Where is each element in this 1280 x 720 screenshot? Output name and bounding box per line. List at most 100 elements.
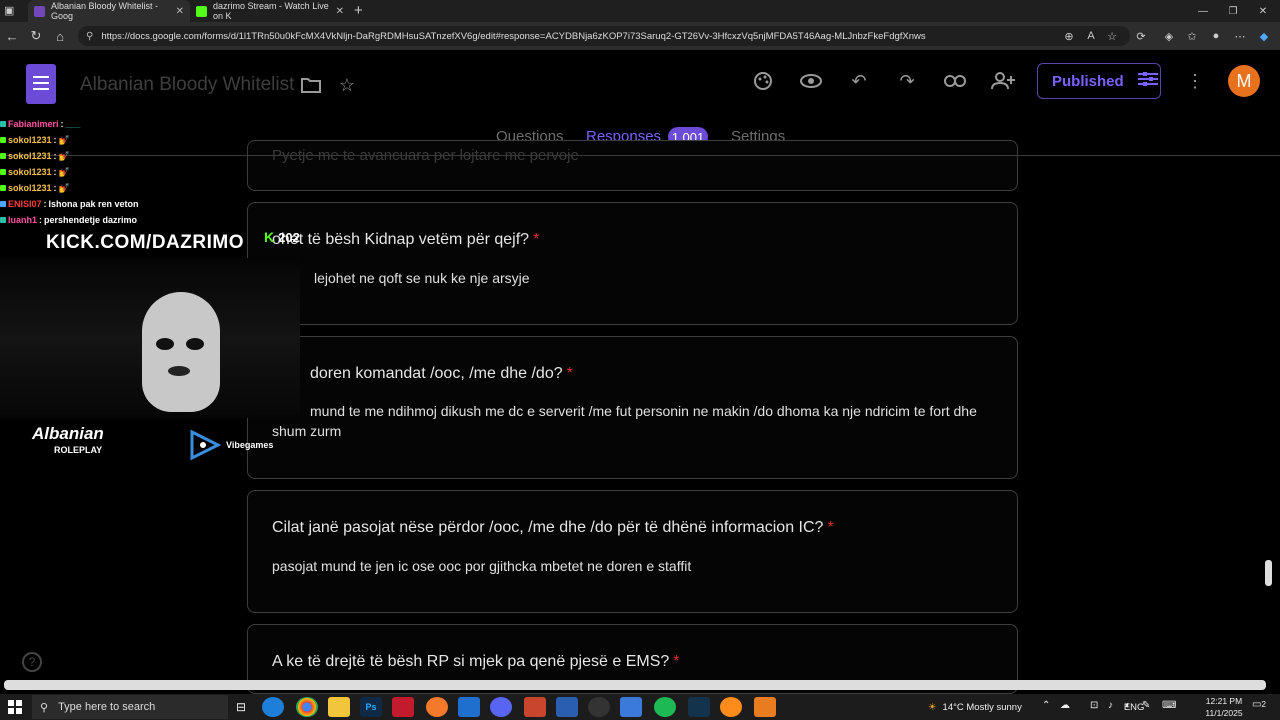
stream-chat-overlay: Fabianimeri : ___ sokol1231 : 💅 sokol123… bbox=[0, 116, 240, 228]
close-window-icon[interactable]: ✕ bbox=[1248, 0, 1278, 22]
notifications-icon[interactable]: ▭2 bbox=[1252, 699, 1266, 710]
tab-google-forms[interactable]: Albanian Bloody Whitelist - Goog ✕ bbox=[28, 0, 190, 22]
more-options-icon[interactable]: ⋮ bbox=[1182, 68, 1208, 94]
mic-icon[interactable]: ♪ bbox=[1108, 700, 1113, 711]
profile-icon[interactable]: ● bbox=[1207, 27, 1225, 45]
obs-icon[interactable] bbox=[588, 697, 610, 717]
app-orange-icon[interactable] bbox=[720, 697, 742, 717]
form-title[interactable]: Albanian Bloody Whitelist bbox=[80, 74, 294, 96]
blender-icon[interactable] bbox=[426, 697, 448, 717]
volume-icon[interactable]: ◖ bbox=[1124, 700, 1130, 711]
app-icon[interactable] bbox=[754, 697, 776, 717]
pen-icon[interactable]: ✎ bbox=[1142, 700, 1150, 711]
file-explorer-icon[interactable] bbox=[328, 697, 350, 717]
tab-actions-icon[interactable]: ▣ bbox=[4, 4, 18, 18]
answer-text: mund te me ndihmoj dikush me dc e server… bbox=[272, 403, 977, 439]
question-card: Cilat janë pasojat nëse përdor /ooc, /me… bbox=[247, 490, 1018, 613]
forms-favicon-icon bbox=[34, 5, 45, 17]
albanian-roleplay-logo: Albanian bbox=[32, 424, 104, 443]
time: 12:21 PM bbox=[1205, 696, 1243, 706]
date: 11/1/2025 bbox=[1205, 708, 1243, 718]
question-card: doren komandat /ooc, /me dhe /do? * mund … bbox=[247, 336, 1018, 479]
question-text: ohet të bësh Kidnap vetëm për qejf? * bbox=[272, 231, 540, 248]
question-text: Pyetje me te avancuara per lojtare me pe… bbox=[272, 147, 579, 164]
help-icon[interactable]: ? bbox=[22, 652, 42, 672]
chat-message: ENISI07 : lshona pak ren veton bbox=[0, 196, 240, 212]
store-icon[interactable] bbox=[458, 697, 480, 717]
chat-message: sokol1231 : 💅 bbox=[0, 180, 240, 196]
streamer-webcam-figure bbox=[142, 292, 220, 412]
maximize-icon[interactable]: ❐ bbox=[1218, 0, 1248, 22]
redo-icon[interactable]: ↷ bbox=[894, 68, 920, 94]
close-tab-icon[interactable]: ✕ bbox=[176, 6, 184, 17]
chat-message: sokol1231 : 💅 bbox=[0, 132, 240, 148]
add-collaborator-icon[interactable] bbox=[990, 68, 1016, 94]
split-icon[interactable]: ◈ bbox=[1160, 27, 1178, 45]
favorite-star-icon[interactable]: ☆ bbox=[1103, 27, 1121, 45]
copilot-icon[interactable]: ◆ bbox=[1255, 27, 1273, 45]
taskbar-search[interactable]: ⚲ Type here to search bbox=[32, 695, 228, 719]
move-to-folder-icon[interactable] bbox=[298, 72, 324, 98]
undo-icon[interactable]: ↶ bbox=[846, 68, 872, 94]
horizontal-scrollbar[interactable] bbox=[4, 680, 1266, 690]
google-forms-logo[interactable] bbox=[26, 64, 56, 104]
link-icon[interactable] bbox=[942, 68, 968, 94]
app-red-icon[interactable] bbox=[392, 697, 414, 717]
publish-settings-icon bbox=[1137, 71, 1158, 91]
vibegames-logo: Vibegames bbox=[188, 428, 273, 462]
more-menu-icon[interactable]: ⋯ bbox=[1231, 27, 1249, 45]
kick-favicon-icon bbox=[196, 5, 207, 17]
tab-kick-stream[interactable]: dazrimo Stream - Watch Live on K ✕ bbox=[190, 0, 350, 22]
question-text: doren komandat /ooc, /me dhe /do? * bbox=[310, 365, 573, 382]
tab-label: Albanian Bloody Whitelist - Goog bbox=[51, 1, 159, 21]
star-icon[interactable]: ☆ bbox=[334, 72, 360, 98]
kick-url-banner: KICK.COM/DAZRIMO bbox=[46, 232, 244, 253]
app-blue-icon[interactable] bbox=[556, 697, 578, 717]
cloud-icon[interactable]: ☁ bbox=[1060, 700, 1070, 711]
vibegames-icon bbox=[190, 429, 222, 461]
address-bar[interactable]: ⚲ https://docs.google.com/forms/d/1l1TRn… bbox=[78, 26, 1130, 46]
question-card: Pyetje me te avancuara per lojtare me pe… bbox=[247, 140, 1018, 191]
photoshop-icon[interactable]: Ps bbox=[360, 697, 382, 717]
tab-label: dazrimo Stream - Watch Live on K bbox=[213, 1, 329, 21]
keyboard-icon[interactable]: ⌨ bbox=[1162, 700, 1176, 711]
home-icon[interactable]: ⌂ bbox=[50, 26, 70, 46]
chrome-icon[interactable] bbox=[296, 697, 318, 717]
start-icon[interactable] bbox=[8, 700, 22, 714]
weather-icon[interactable]: ☀ bbox=[928, 702, 937, 713]
url-text: https://docs.google.com/forms/d/1l1TRn50… bbox=[101, 30, 926, 42]
question-text: Cilat janë pasojat nëse përdor /ooc, /me… bbox=[272, 519, 834, 536]
chat-message: sokol1231 : 💅 bbox=[0, 148, 240, 164]
spotify-icon[interactable] bbox=[654, 697, 676, 717]
favorites-icon[interactable]: ✩ bbox=[1183, 27, 1201, 45]
preview-eye-icon[interactable] bbox=[798, 68, 824, 94]
kick-k-icon: K bbox=[264, 229, 275, 245]
app-icon[interactable] bbox=[620, 697, 642, 717]
tray-chevron-icon[interactable]: ⌃ bbox=[1042, 700, 1050, 711]
weather-text[interactable]: 14°C Mostly sunny bbox=[943, 702, 1022, 713]
network-icon[interactable]: ⊡ bbox=[1090, 700, 1098, 711]
edge-icon[interactable] bbox=[262, 697, 284, 717]
kick-app-icon[interactable] bbox=[688, 697, 710, 717]
vertical-scrollbar-thumb[interactable] bbox=[1265, 560, 1272, 586]
published-button[interactable]: Published bbox=[1037, 63, 1161, 99]
new-tab-button[interactable]: + bbox=[354, 2, 363, 19]
site-info-icon[interactable]: ⚲ bbox=[86, 31, 93, 42]
app-icon[interactable] bbox=[524, 697, 546, 717]
question-card: ohet të bësh Kidnap vetëm për qejf? * lej… bbox=[247, 202, 1018, 325]
zoom-icon[interactable]: ⊕ bbox=[1060, 27, 1078, 45]
read-aloud-icon[interactable]: A bbox=[1082, 27, 1100, 45]
account-avatar[interactable]: M bbox=[1228, 65, 1260, 97]
taskbar-clock[interactable]: 12:21 PM 11/1/2025 bbox=[1196, 695, 1252, 719]
minimize-icon[interactable]: — bbox=[1188, 0, 1218, 22]
refresh-icon[interactable]: ↻ bbox=[26, 26, 46, 46]
extensions-icon[interactable]: ⟳ bbox=[1132, 27, 1150, 45]
search-icon: ⚲ bbox=[40, 701, 49, 714]
customize-theme-icon[interactable] bbox=[750, 68, 776, 94]
discord-icon[interactable] bbox=[490, 697, 512, 717]
close-tab-icon[interactable]: ✕ bbox=[336, 6, 344, 17]
published-label: Published bbox=[1052, 72, 1124, 90]
back-icon[interactable]: ← bbox=[2, 26, 22, 46]
question-text: A ke të drejtë të bësh RP si mjek pa qen… bbox=[272, 653, 680, 670]
task-view-icon[interactable]: ⊟ bbox=[230, 697, 252, 717]
